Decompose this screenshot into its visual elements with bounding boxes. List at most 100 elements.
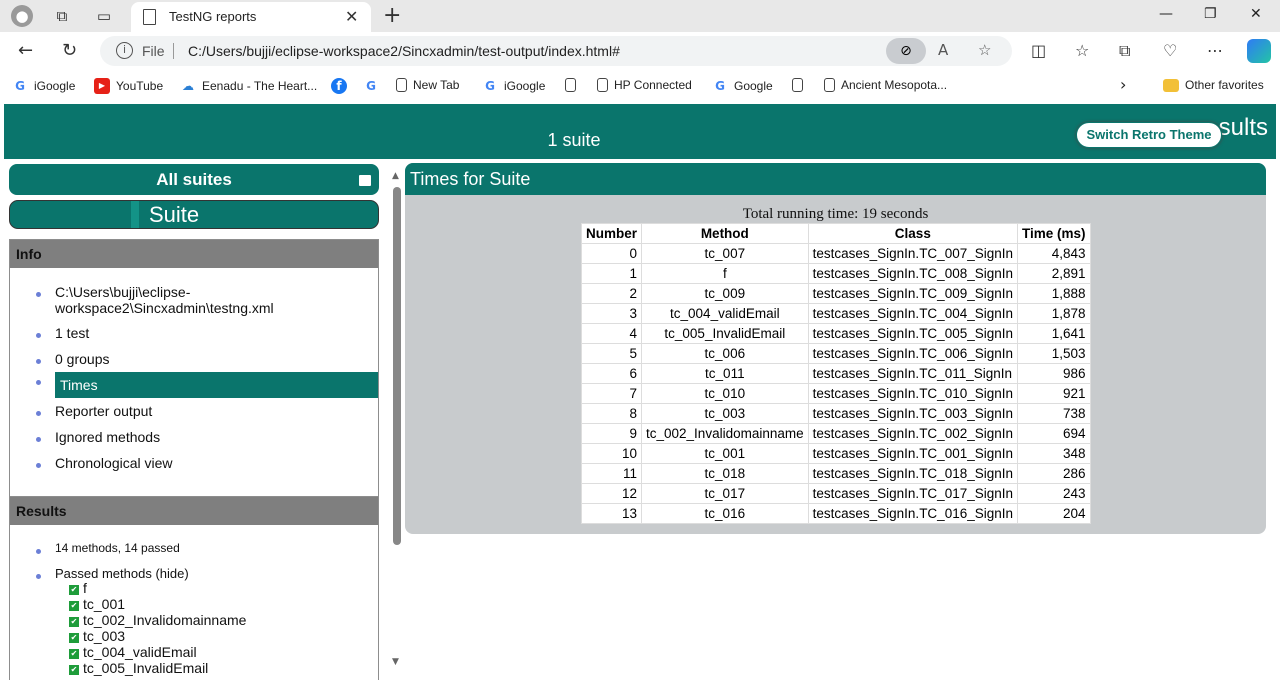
close-tab-icon[interactable]: ✕ xyxy=(345,7,358,26)
passed-method[interactable]: ✔ tc_003 xyxy=(69,628,125,644)
bookmark-igoogle[interactable]: GiGoogle xyxy=(12,78,75,94)
all-suites-label: All suites xyxy=(156,170,232,189)
passed-method[interactable]: ✔ tc_005_InvalidEmail xyxy=(69,660,208,676)
chevron-right-icon[interactable]: › xyxy=(1120,75,1126,94)
nav-ignored-methods[interactable]: Ignored methods xyxy=(36,429,378,445)
collapse-icon[interactable] xyxy=(359,175,371,186)
profile-icon[interactable]: ● xyxy=(11,5,33,27)
cell-time: 1,888 xyxy=(1017,283,1091,304)
tracking-prevention-icon[interactable]: ⊘ xyxy=(886,38,926,64)
nav-chronological-view[interactable]: Chronological view xyxy=(36,455,378,471)
bookmark-page-2[interactable] xyxy=(792,78,803,92)
bookmark-facebook[interactable]: f xyxy=(331,78,347,94)
check-icon: ✔ xyxy=(69,649,79,659)
minimize-icon[interactable]: — xyxy=(1159,6,1173,22)
all-suites-header[interactable]: All suites xyxy=(9,164,379,195)
cell-class: testcases_SignIn.TC_003_SignIn xyxy=(807,403,1019,424)
report-title: sults xyxy=(1218,114,1268,141)
page-icon xyxy=(565,78,576,92)
column-method[interactable]: Method xyxy=(641,223,809,244)
cell-number: 3 xyxy=(580,303,643,324)
navigator-panel: All suites Suite Info C:\Users\bujji\ecl… xyxy=(4,159,404,680)
bookmark-hp-connected[interactable]: HP Connected xyxy=(597,78,692,92)
read-aloud-icon[interactable]: A xyxy=(938,41,948,59)
bookmark-ancient-mesopotamia[interactable]: Ancient Mesopota... xyxy=(824,78,947,92)
column-number[interactable]: Number xyxy=(580,223,643,244)
bookmark-eenadu[interactable]: ☁ Eenadu - The Heart... xyxy=(180,78,317,94)
workspaces-icon[interactable]: ⧉ xyxy=(51,6,73,26)
scroll-up-icon[interactable]: ▲ xyxy=(392,171,399,181)
tab-actions-icon[interactable]: ▭ xyxy=(93,6,115,26)
bookmark-google-2[interactable]: G Google xyxy=(712,78,773,94)
back-icon[interactable]: ← xyxy=(18,40,33,61)
cell-class: testcases_SignIn.TC_005_SignIn xyxy=(807,323,1019,344)
split-screen-icon[interactable]: ◫ xyxy=(1031,41,1046,60)
table-row: 7 tc_010 testcases_SignIn.TC_010_SignIn 921 xyxy=(580,383,1091,404)
bookmark-label: Google xyxy=(734,79,773,93)
cell-class: testcases_SignIn.TC_007_SignIn xyxy=(807,243,1019,264)
table-row: 9 tc_002_Invalidomainname testcases_SignIn… xyxy=(580,423,1091,444)
cell-class: testcases_SignIn.TC_002_SignIn xyxy=(807,423,1019,444)
times-panel: Times for Suite Total running time: 19 s… xyxy=(405,163,1266,534)
restore-icon[interactable]: ❐ xyxy=(1204,6,1217,22)
bookmark-youtube[interactable]: ▶ YouTube xyxy=(94,78,163,94)
bookmark-label: Ancient Mesopota... xyxy=(841,78,948,92)
url-text[interactable]: C:/Users/bujji/eclipse-workspace2/Sincxa… xyxy=(188,43,620,59)
favorites-icon[interactable]: ☆ xyxy=(1075,41,1089,60)
copilot-icon[interactable] xyxy=(1247,39,1271,63)
favorite-star-icon[interactable]: ☆ xyxy=(978,41,991,59)
bookmark-new-tab[interactable]: New Tab xyxy=(396,78,459,92)
passed-method[interactable]: ✔ tc_002_Invalidomainname xyxy=(69,612,246,628)
settings-more-icon[interactable]: ⋯ xyxy=(1207,41,1223,60)
passed-method[interactable]: ✔ tc_001 xyxy=(69,596,125,612)
cell-method: tc_006 xyxy=(641,343,809,364)
google-icon: G xyxy=(485,79,495,93)
browser-essentials-icon[interactable]: ♡ xyxy=(1163,41,1177,60)
info-section: Info C:\Users\bujji\eclipse-workspace2\S… xyxy=(9,239,379,497)
scroll-down-icon[interactable]: ▼ xyxy=(392,657,399,667)
folder-icon xyxy=(1163,78,1179,92)
passed-method[interactable]: ✔ tc_004_validEmail xyxy=(69,644,197,660)
cell-time: 986 xyxy=(1017,363,1091,384)
hide-link[interactable]: (hide) xyxy=(155,566,188,581)
info-icon[interactable]: i xyxy=(116,42,133,59)
google-icon: G xyxy=(366,79,376,93)
method-name: tc_003 xyxy=(83,628,126,644)
bookmark-google[interactable]: G xyxy=(363,78,379,94)
nav-times[interactable]: Times xyxy=(36,372,378,398)
column-time[interactable]: Time (ms) xyxy=(1017,223,1091,244)
info-group-count[interactable]: 0 groups xyxy=(36,351,378,367)
nav-reporter-output[interactable]: Reporter output xyxy=(36,403,378,419)
page-icon xyxy=(824,78,835,92)
refresh-icon[interactable]: ↻ xyxy=(62,40,77,61)
bookmark-page[interactable] xyxy=(565,78,576,92)
times-table: Number Method Class Time (ms) 0 tc_007 tes… xyxy=(580,223,1091,524)
page-icon xyxy=(597,78,608,92)
cell-class: testcases_SignIn.TC_011_SignIn xyxy=(807,363,1019,384)
collections-icon[interactable]: ⧉ xyxy=(1119,41,1130,61)
tab-title: TestNG reports xyxy=(169,9,257,24)
cell-time: 4,843 xyxy=(1017,243,1091,264)
method-name: tc_002_Invalidomainname xyxy=(83,612,247,628)
scrollbar-thumb[interactable] xyxy=(393,187,401,545)
bookmark-igoogle-2[interactable]: GiGoogle xyxy=(482,78,545,94)
passed-method[interactable]: ✔ f xyxy=(69,580,87,596)
bookmark-label: YouTube xyxy=(116,79,164,93)
suite-header[interactable]: Suite xyxy=(9,200,379,229)
google-icon: G xyxy=(715,79,725,93)
switch-theme-button[interactable]: Switch Retro Theme xyxy=(1076,122,1222,148)
url-box[interactable]: i File C:/Users/bujji/eclipse-workspace2… xyxy=(100,36,1012,66)
cell-number: 12 xyxy=(580,483,643,504)
other-favorites[interactable]: Other favorites xyxy=(1163,78,1264,92)
page-icon xyxy=(143,9,156,25)
cell-class: testcases_SignIn.TC_004_SignIn xyxy=(807,303,1019,324)
cell-class: testcases_SignIn.TC_008_SignIn xyxy=(807,263,1019,284)
table-row: 8 tc_003 testcases_SignIn.TC_003_SignIn 738 xyxy=(580,403,1091,424)
column-class[interactable]: Class xyxy=(807,223,1019,244)
navigator-scrollbar[interactable]: ▲ ▼ xyxy=(390,159,404,680)
close-window-icon[interactable]: ✕ xyxy=(1250,6,1262,22)
results-header: Results xyxy=(10,497,378,525)
new-tab-icon[interactable]: + xyxy=(383,3,401,28)
tab-testng-reports[interactable]: TestNG reports ✕ xyxy=(131,2,371,32)
table-row: 0 tc_007 testcases_SignIn.TC_007_SignIn 4,8… xyxy=(580,243,1091,264)
